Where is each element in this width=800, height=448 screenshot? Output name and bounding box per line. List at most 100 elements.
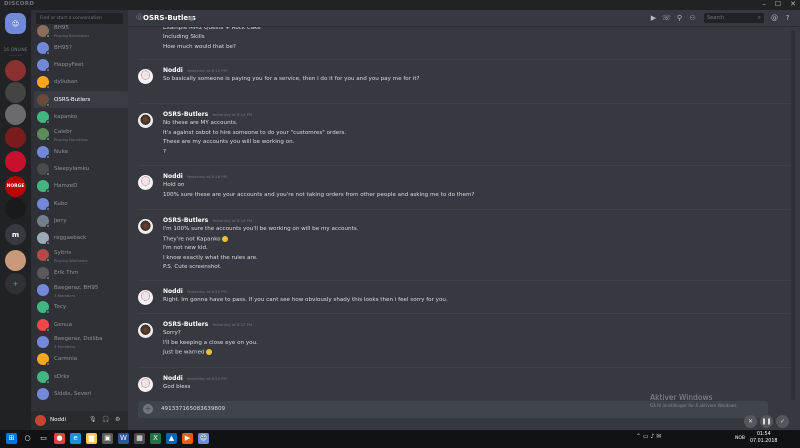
message-avatar[interactable] <box>138 175 153 190</box>
dm-item[interactable]: Kubo <box>34 195 128 212</box>
avatar <box>37 162 50 176</box>
guild-server-3[interactable] <box>5 104 26 125</box>
message-author[interactable]: Noddi Yesterday at 8:16 PM <box>163 173 227 180</box>
guild-server-1[interactable] <box>5 60 26 81</box>
add-server-button[interactable]: + <box>5 273 26 294</box>
message-divider <box>138 59 793 60</box>
pin-icon[interactable]: ⚲ <box>675 14 684 22</box>
message-avatar[interactable] <box>138 323 153 338</box>
dm-item[interactable]: Jerry <box>34 212 128 229</box>
dm-item[interactable]: Nuke <box>34 143 128 160</box>
message-text: These are my accounts you will be workin… <box>163 139 294 145</box>
message-avatar[interactable] <box>138 377 153 392</box>
excel-icon[interactable]: X <box>150 433 161 444</box>
edge-icon[interactable]: e <box>70 433 81 444</box>
message-avatar[interactable] <box>138 290 153 305</box>
dm-item[interactable]: Carmnia <box>34 351 128 368</box>
author-name[interactable]: Noddi <box>163 173 183 180</box>
home-button[interactable]: ☺ <box>5 13 26 34</box>
author-name[interactable]: Noddi <box>163 288 183 295</box>
minimize-button[interactable]: – <box>762 0 766 8</box>
status-dot <box>46 362 50 367</box>
dm-item[interactable]: HamzeD <box>34 178 128 195</box>
guild-server-7[interactable] <box>5 198 26 219</box>
message-divider <box>138 313 793 314</box>
dm-item[interactable]: HappyFeet <box>34 57 128 74</box>
chrome-icon[interactable]: ● <box>54 433 65 444</box>
dm-item[interactable]: Calebr Playing Dauntless <box>34 126 128 143</box>
overlay-x-icon[interactable]: ✕ <box>744 415 757 428</box>
dm-item[interactable]: BH95? <box>34 39 128 56</box>
message-author[interactable]: OSRS-Butlers Yesterday at 8:18 PM <box>163 217 252 224</box>
dm-item[interactable]: Baegeraz, BH95 3 Members <box>34 282 128 299</box>
dm-item[interactable]: sDrks <box>34 368 128 385</box>
pause-icon[interactable]: ❚❚ <box>760 415 773 428</box>
message-author[interactable]: Noddi Yesterday at 8:20 PM <box>163 288 227 295</box>
author-name[interactable]: Noddi <box>163 67 183 74</box>
avatar <box>37 318 50 332</box>
author-name[interactable]: OSRS-Butlers <box>163 321 208 328</box>
scrollbar[interactable] <box>791 30 795 400</box>
call-icon[interactable]: ☏ <box>662 14 671 22</box>
author-name[interactable]: OSRS-Butlers <box>163 111 208 118</box>
dm-activity: 3 Members <box>54 344 76 350</box>
microphone-icon[interactable]: 🎙 <box>89 416 97 423</box>
message-author[interactable]: OSRS-Butlers Yesterday at 8:14 PM <box>163 111 252 118</box>
message-avatar[interactable] <box>138 69 153 84</box>
dm-activity: Playing Bluestacks <box>54 33 90 38</box>
discord-icon[interactable]: ☺ <box>198 433 209 444</box>
dm-name: Sleepylamku <box>54 165 90 172</box>
dm-item[interactable]: reggaeback <box>34 230 128 247</box>
add-member-icon[interactable]: ⚇ <box>688 14 697 22</box>
help-icon[interactable]: ? <box>783 14 792 22</box>
headphones-icon[interactable]: 🎧 <box>102 416 109 423</box>
dm-item[interactable]: Baegeraz, Dolliba 3 Members <box>34 333 128 350</box>
dm-item[interactable]: Siddis, Severi <box>34 385 128 402</box>
dm-item[interactable]: Tocy <box>34 299 128 316</box>
dm-activity: 3 Members <box>54 292 76 298</box>
guild-server-8[interactable]: m <box>5 224 26 245</box>
task-view-icon[interactable]: ▭ <box>38 433 49 444</box>
message-author[interactable]: OSRS-Butlers Yesterday at 8:22 PM <box>163 321 252 328</box>
taskbar-clock[interactable]: 01:54 07.01.2018 <box>750 432 777 445</box>
settings-gear-icon[interactable]: ⚙ <box>115 416 120 423</box>
author-name[interactable]: Noddi <box>163 375 183 382</box>
guild-server-4[interactable] <box>5 127 26 148</box>
media-icon[interactable]: ▶ <box>182 433 193 444</box>
avatar[interactable] <box>35 415 46 426</box>
word-icon[interactable]: W <box>118 433 129 444</box>
video-call-icon[interactable]: ▶ <box>649 14 658 22</box>
dm-item[interactable]: kapanko <box>34 109 128 126</box>
dm-item[interactable]: Genua <box>34 316 128 333</box>
calculator-icon[interactable]: ▦ <box>134 433 145 444</box>
search-input[interactable]: Search ⌕ <box>704 13 764 23</box>
guild-server-9[interactable] <box>5 250 26 271</box>
dm-item[interactable]: Sleepylamku <box>34 160 128 177</box>
author-name[interactable]: OSRS-Butlers <box>163 217 208 224</box>
dm-item[interactable]: Syltrix Playing Warframe <box>34 247 128 264</box>
dm-item[interactable]: dyliuban <box>34 74 128 91</box>
dm-item[interactable]: Erik Thm <box>34 264 128 281</box>
photos-icon[interactable]: ▲ <box>166 433 177 444</box>
search-icon[interactable]: ○ <box>22 433 33 444</box>
close-button[interactable]: ✕ <box>790 0 796 8</box>
store-icon[interactable]: ▣ <box>102 433 113 444</box>
message-author[interactable]: Noddi Yesterday at 8:12 PM <box>163 67 227 74</box>
language-indicator[interactable]: NOB <box>735 436 745 441</box>
guild-server-5[interactable] <box>5 151 26 172</box>
dm-item[interactable]: OSRS-Butlers <box>34 91 128 109</box>
dm-item[interactable]: BH95 Playing Bluestacks <box>34 22 128 39</box>
check-icon[interactable]: ✓ <box>776 415 789 428</box>
windows-start-icon[interactable]: ⊞ <box>6 433 17 444</box>
message-author[interactable]: Noddi Yesterday at 8:23 PM <box>163 375 227 382</box>
upload-plus-icon[interactable]: + <box>143 404 153 414</box>
message-avatar[interactable] <box>138 219 153 234</box>
mention-icon[interactable]: @ <box>770 14 779 22</box>
guild-server-6[interactable]: NORGE <box>5 176 26 197</box>
dm-name: kapanko <box>54 114 78 120</box>
file-explorer-icon[interactable]: ▆ <box>86 433 97 444</box>
guild-server-2[interactable] <box>5 82 26 103</box>
message-avatar[interactable] <box>138 113 153 128</box>
status-dot <box>46 68 50 73</box>
maximize-button[interactable]: ☐ <box>775 0 781 8</box>
